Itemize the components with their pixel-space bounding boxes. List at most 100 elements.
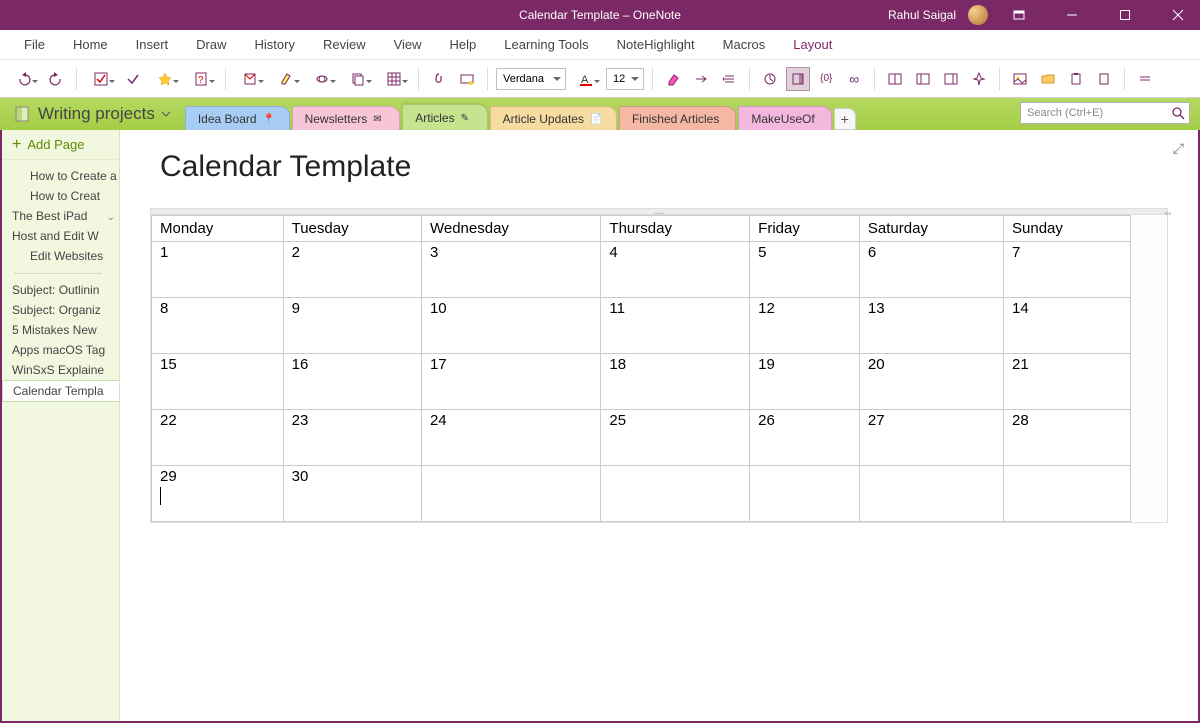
tab-idea-board[interactable]: Idea Board📍 [185, 106, 290, 130]
page-item[interactable]: Subject: Organiz [2, 300, 119, 320]
page-item[interactable]: Host and Edit W [2, 226, 119, 246]
calendar-header[interactable]: Sunday [1004, 216, 1131, 242]
dock-button[interactable] [786, 67, 810, 91]
menu-learning-tools[interactable]: Learning Tools [490, 30, 602, 59]
menu-home[interactable]: Home [59, 30, 122, 59]
collapse-ribbon-button[interactable] [1133, 67, 1157, 91]
check-icon[interactable] [121, 67, 145, 91]
page-item[interactable]: Subject: Outlinin [2, 280, 119, 300]
layout2-button[interactable] [911, 67, 935, 91]
page-item[interactable]: How to Creat [2, 186, 119, 206]
calendar-cell[interactable]: 22 [152, 410, 284, 466]
calendar-cell[interactable] [421, 466, 600, 522]
table-button[interactable] [378, 67, 410, 91]
folder-button[interactable] [1036, 67, 1060, 91]
calendar-container[interactable]: ┄┄ ↔ MondayTuesdayWednesdayThursdayFrida… [150, 208, 1168, 523]
calendar-cell[interactable]: 28 [1004, 410, 1131, 466]
calendar-header[interactable]: Saturday [859, 216, 1003, 242]
calendar-cell[interactable]: 9 [283, 298, 421, 354]
page-item[interactable]: Edit Websites [2, 246, 119, 266]
undo-button[interactable] [8, 67, 40, 91]
page-item[interactable]: WinSxS Explaine [2, 360, 119, 380]
menu-insert[interactable]: Insert [122, 30, 183, 59]
container-resize-handle[interactable]: ↔ [1163, 207, 1173, 218]
calendar-cell[interactable]: 4 [601, 242, 750, 298]
redo-button[interactable] [44, 67, 68, 91]
calendar-cell[interactable] [750, 466, 860, 522]
todo-tag-button[interactable] [85, 67, 117, 91]
calendar-cell[interactable]: 21 [1004, 354, 1131, 410]
search-input[interactable]: Search (Ctrl+E) [1020, 102, 1190, 124]
page-item[interactable]: Apps macOS Tag [2, 340, 119, 360]
calendar-cell[interactable]: 27 [859, 410, 1003, 466]
calendar-cell[interactable] [601, 466, 750, 522]
tab-article-updates[interactable]: Article Updates📄 [490, 106, 617, 130]
calendar-cell[interactable]: 25 [601, 410, 750, 466]
calendar-cell[interactable]: 26 [750, 410, 860, 466]
menu-macros[interactable]: Macros [709, 30, 780, 59]
calendar-cell[interactable]: 16 [283, 354, 421, 410]
font-size-select[interactable]: 12 [606, 68, 644, 90]
calendar-cell[interactable]: 3 [421, 242, 600, 298]
notebook-selector[interactable]: Writing projects [8, 100, 177, 128]
menu-notehighlight[interactable]: NoteHighlight [603, 30, 709, 59]
calendar-cell[interactable]: 5 [750, 242, 860, 298]
layout3-button[interactable] [939, 67, 963, 91]
pin-button[interactable] [967, 67, 991, 91]
eraser-button[interactable] [661, 67, 685, 91]
user-avatar[interactable] [968, 5, 988, 25]
outlook-task-button[interactable] [234, 67, 266, 91]
calendar-header[interactable]: Wednesday [421, 216, 600, 242]
page-content[interactable]: ⤢ Calendar Template ┄┄ ↔ MondayTuesdayWe… [120, 130, 1198, 721]
menu-review[interactable]: Review [309, 30, 380, 59]
tab-articles[interactable]: Articles✎ [402, 104, 487, 130]
indent-button[interactable] [717, 67, 741, 91]
ribbon-display-options[interactable] [996, 0, 1041, 30]
container-gripper[interactable]: ┄┄ [151, 209, 1167, 215]
calendar-cell[interactable]: 19 [750, 354, 860, 410]
calendar-cell[interactable]: 14 [1004, 298, 1131, 354]
menu-layout[interactable]: Layout [779, 30, 846, 59]
page-item[interactable]: Calendar Templa [2, 380, 119, 402]
code-button[interactable]: {0} [814, 67, 838, 91]
link-button[interactable] [306, 67, 338, 91]
highlight-button[interactable] [270, 67, 302, 91]
calendar-cell[interactable]: 15 [152, 354, 284, 410]
calendar-cell[interactable]: 11 [601, 298, 750, 354]
menu-view[interactable]: View [380, 30, 436, 59]
tab-makeuseof[interactable]: MakeUseOf [738, 106, 831, 130]
add-page-button[interactable]: + Add Page [2, 130, 119, 160]
tab-newsletters[interactable]: Newsletters✉ [292, 106, 401, 130]
calendar-cell[interactable]: 18 [601, 354, 750, 410]
sync-button[interactable] [758, 67, 782, 91]
menu-draw[interactable]: Draw [182, 30, 240, 59]
page-item[interactable]: How to Create a [2, 166, 119, 186]
attach-button[interactable] [427, 67, 451, 91]
calendar-cell[interactable]: 7 [1004, 242, 1131, 298]
page-item[interactable]: The Best iPad⌄ [2, 206, 119, 226]
calendar-cell[interactable]: 13 [859, 298, 1003, 354]
calendar-cell[interactable]: 1 [152, 242, 284, 298]
important-tag-button[interactable] [149, 67, 181, 91]
calendar-header[interactable]: Monday [152, 216, 284, 242]
calendar-cell[interactable]: 30 [283, 466, 421, 522]
maximize-button[interactable] [1102, 0, 1147, 30]
clipboard-button[interactable] [1092, 67, 1116, 91]
calendar-cell[interactable] [1004, 466, 1131, 522]
calendar-table[interactable]: MondayTuesdayWednesdayThursdayFridaySatu… [151, 215, 1131, 522]
calendar-cell[interactable]: 10 [421, 298, 600, 354]
question-tag-button[interactable]: ? [185, 67, 217, 91]
calendar-cell[interactable]: 23 [283, 410, 421, 466]
close-button[interactable] [1155, 0, 1200, 30]
calendar-cell[interactable]: 6 [859, 242, 1003, 298]
calendar-cell[interactable]: 17 [421, 354, 600, 410]
page-title[interactable]: Calendar Template [160, 150, 1168, 184]
fullscreen-icon[interactable]: ⤢ [1173, 140, 1184, 157]
screen-clipping-button[interactable] [455, 67, 479, 91]
font-name-select[interactable]: Verdana [496, 68, 566, 90]
arrow-right-icon[interactable] [689, 67, 713, 91]
calendar-header[interactable]: Thursday [601, 216, 750, 242]
calendar-cell[interactable]: 20 [859, 354, 1003, 410]
user-name[interactable]: Rahul Saigal [888, 8, 956, 22]
font-color-button[interactable]: A [570, 67, 602, 91]
